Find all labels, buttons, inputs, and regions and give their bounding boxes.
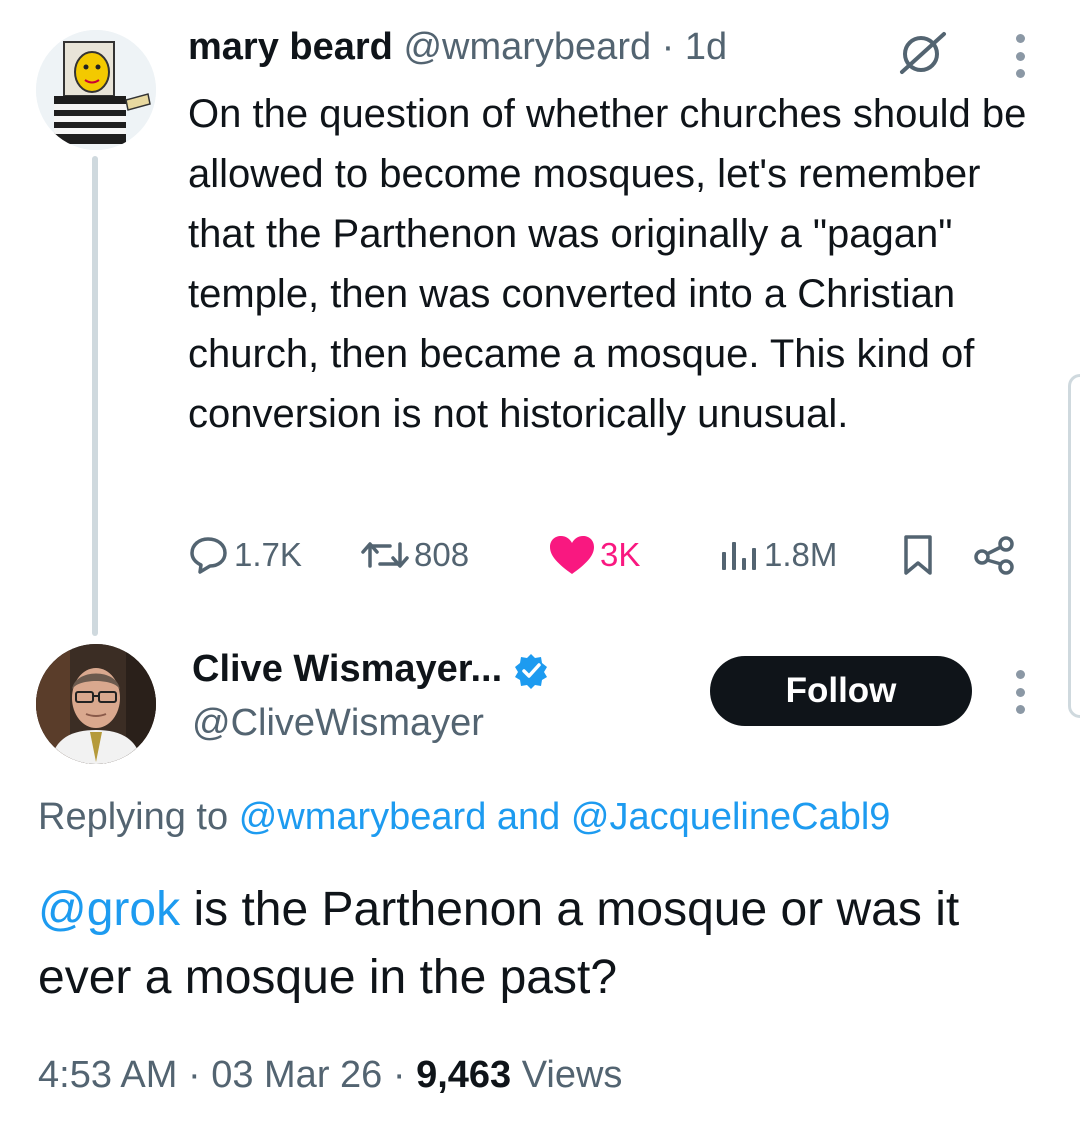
reply-count: 1.7K — [234, 536, 302, 573]
tweet1-author-handle[interactable]: @wmarybeard — [403, 26, 651, 68]
share-button[interactable] — [972, 530, 1022, 580]
more-vertical-icon[interactable] — [1014, 670, 1026, 714]
tweet2-date[interactable]: 03 Mar 26 — [211, 1054, 382, 1096]
reply-bubble-icon — [190, 537, 227, 574]
tweet1-separator: · — [651, 26, 685, 68]
like-count: 3K — [600, 536, 641, 573]
views-count: 1.8M — [764, 536, 838, 573]
like-button[interactable]: 3K — [548, 530, 640, 580]
tweet1-time[interactable]: 1d — [685, 26, 727, 68]
share-icon — [974, 536, 1014, 575]
tweet2-views-count[interactable]: 9,463 — [416, 1054, 511, 1096]
scroll-edge-handle[interactable] — [1068, 374, 1080, 718]
replying-label: Replying to — [38, 796, 229, 838]
meta-sep-1: · — [177, 1054, 212, 1096]
tweet2-text: @grok is the Parthenon a mosque or was i… — [38, 876, 1048, 1012]
repost-icon — [361, 542, 409, 568]
grok-slash-icon[interactable] — [896, 30, 950, 81]
heart-icon — [550, 536, 594, 574]
tweet1-author-name[interactable]: mary beard — [188, 26, 393, 68]
thread-line — [92, 156, 98, 636]
avatar-mary-beard[interactable] — [36, 30, 156, 150]
tweet1-text: On the question of whether churches shou… — [188, 92, 1027, 436]
tweet1-header: mary beard @wmarybeard · 1d — [188, 26, 727, 69]
reply-button[interactable]: 1.7K — [188, 530, 302, 580]
reply-to-link-2[interactable]: @JacquelineCabl9 — [571, 796, 891, 838]
tweet2-author-handle[interactable]: @CliveWismayer — [192, 702, 484, 745]
follow-button[interactable]: Follow — [710, 656, 972, 726]
views-button[interactable]: 1.8M — [716, 530, 837, 580]
bookmark-button[interactable] — [898, 530, 942, 580]
reply-join[interactable]: and — [497, 796, 560, 838]
more-vertical-icon[interactable] — [1014, 34, 1026, 78]
avatar-drawing-icon — [36, 30, 156, 150]
bookmark-icon — [904, 535, 932, 575]
tweet2-time[interactable]: 4:53 AM — [38, 1054, 177, 1096]
meta-sep-2: · — [382, 1054, 417, 1096]
tweet2-meta: 4:53 AM · 03 Mar 26 · 9,463 Views — [38, 1054, 622, 1097]
avatar-photo-icon — [36, 644, 156, 764]
tweet2-author-name-row: Clive Wismayer... — [192, 648, 550, 691]
reply-to-link-1[interactable]: @wmarybeard — [239, 796, 487, 838]
repost-button[interactable]: 808 — [360, 530, 469, 580]
verified-badge-icon[interactable] — [512, 652, 550, 690]
avatar-clive-wismayer[interactable] — [36, 644, 156, 764]
views-bars-icon — [722, 542, 756, 570]
mention-link[interactable]: @grok — [38, 883, 180, 936]
repost-count: 808 — [414, 536, 470, 573]
tweet2-views-label: Views — [521, 1054, 623, 1096]
tweet1-actions: 1.7K 808 3K 1.8M — [188, 530, 1028, 580]
replying-to-line: Replying to @wmarybeard and @JacquelineC… — [38, 796, 890, 839]
tweet2-author-name[interactable]: Clive Wismayer... — [192, 648, 502, 690]
